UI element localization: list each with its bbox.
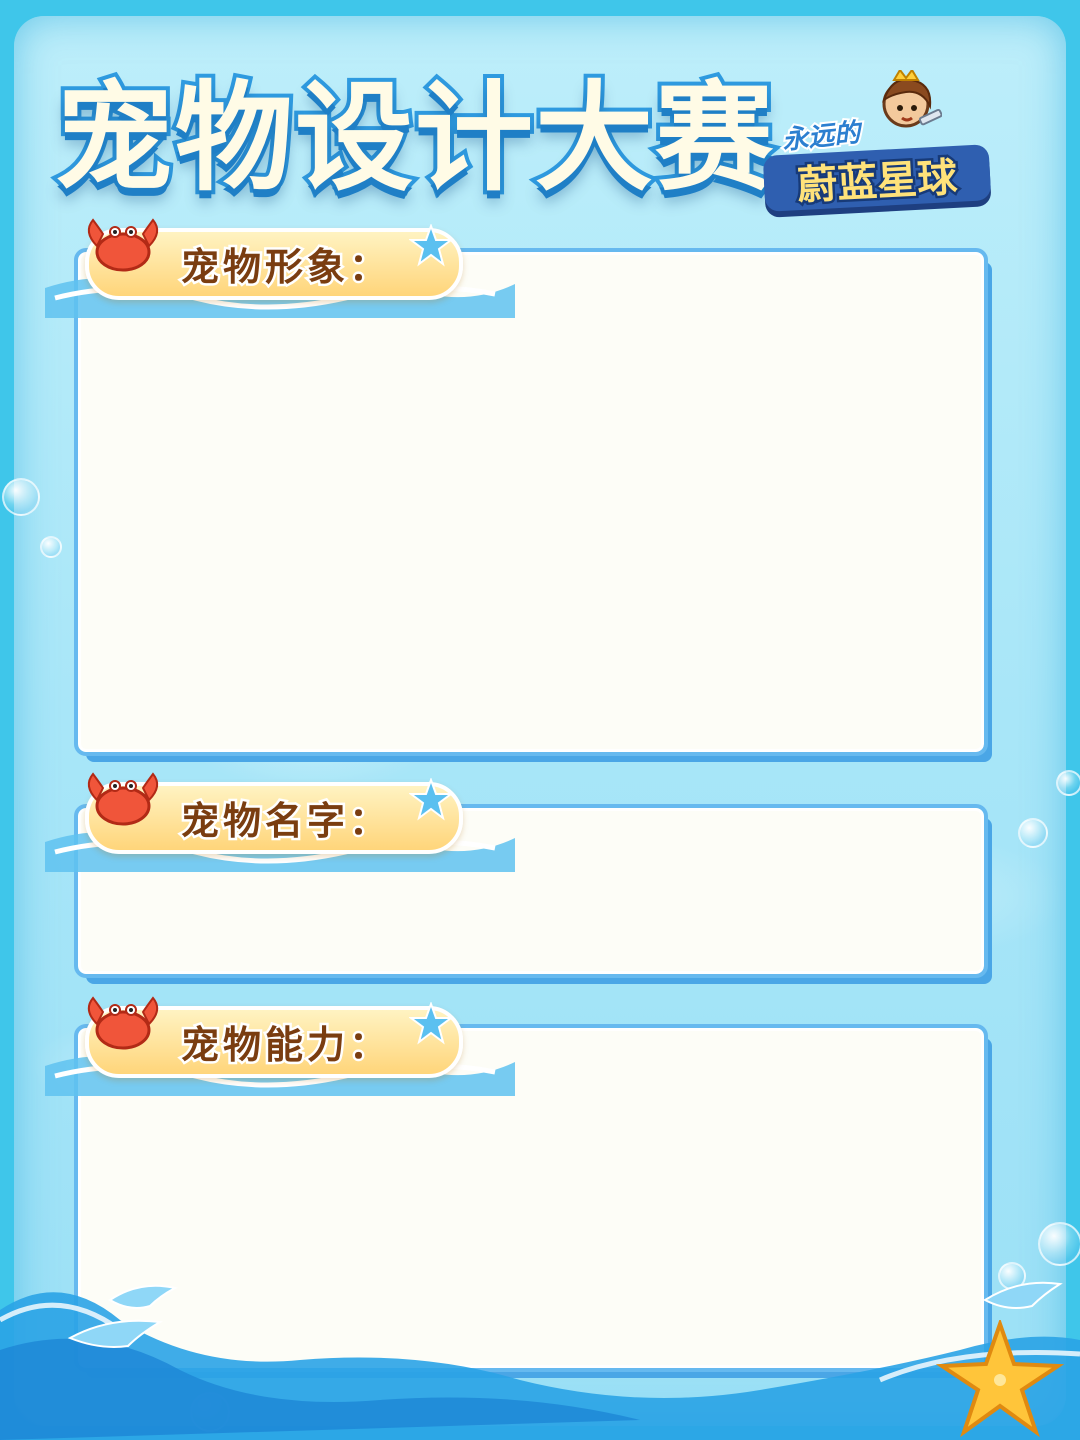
bubble-icon xyxy=(1018,818,1048,848)
starfish-icon xyxy=(409,1002,453,1045)
game-logo: 永远的 蔚蓝星球 xyxy=(752,70,1002,220)
bubble-icon xyxy=(2,478,40,516)
section-label-pet-image: 宠物形象： xyxy=(45,218,515,318)
logo-name: 蔚蓝星球 xyxy=(762,144,992,212)
character-mascot-icon xyxy=(882,70,942,128)
bubble-icon xyxy=(1056,770,1080,796)
section-label-text: 宠物名字： xyxy=(178,797,392,846)
section-label-text: 宠物能力： xyxy=(178,1021,392,1070)
sea-wave-decoration xyxy=(0,1281,1080,1440)
page-title: 宠物设计大赛 xyxy=(51,65,777,211)
starfish-icon xyxy=(409,778,453,821)
crab-icon xyxy=(87,772,159,826)
section-label-pet-name: 宠物名字： xyxy=(45,772,515,872)
crab-icon xyxy=(87,218,159,272)
crab-icon xyxy=(87,996,159,1050)
starfish-icon xyxy=(935,1320,1065,1438)
dolphin-icon xyxy=(108,1284,178,1309)
dolphin-icon xyxy=(982,1281,1063,1309)
starfish-icon xyxy=(409,224,453,267)
section-label-pet-ability: 宠物能力： xyxy=(45,996,515,1096)
pet-image-panel[interactable] xyxy=(74,248,988,756)
section-label-text: 宠物形象： xyxy=(178,243,392,292)
bubble-icon xyxy=(40,536,62,558)
